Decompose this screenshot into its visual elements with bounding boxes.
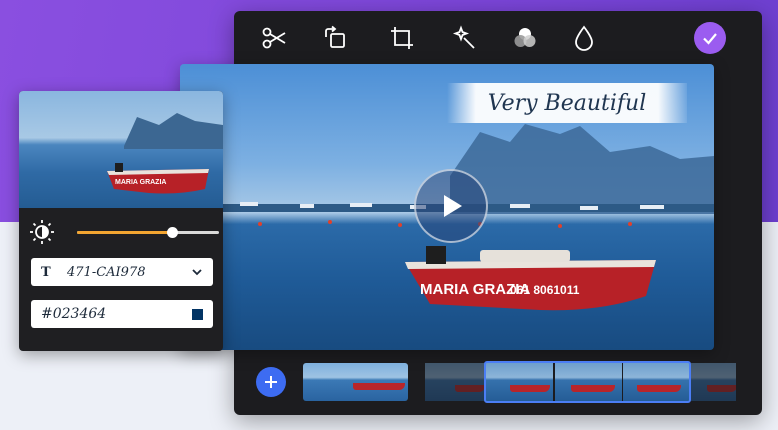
editor-toolbar — [234, 11, 762, 65]
video-preview[interactable]: MARIA GRAZIA 061 8061011 Very Beautiful — [180, 64, 714, 350]
cut-tool-button[interactable] — [258, 22, 290, 54]
text-font-icon: T — [41, 264, 51, 280]
brightness-slider-handle[interactable] — [167, 227, 179, 238]
font-name: 471-CAI978 — [67, 264, 146, 280]
crop-tool-button[interactable] — [386, 22, 418, 54]
crop-icon — [391, 27, 413, 49]
magic-wand-icon — [452, 25, 475, 49]
brightness-slider[interactable] — [77, 227, 219, 238]
frame-boat — [707, 385, 736, 392]
thumbnail-boat-text: MARIA GRAZIA — [115, 179, 166, 186]
clip-thumbnail-boat — [353, 383, 405, 390]
checkmark-icon — [703, 33, 717, 45]
brightness-control — [29, 219, 219, 245]
timeline-frame[interactable] — [425, 363, 492, 401]
color-circles-icon — [514, 28, 536, 47]
color-hex-input[interactable]: #023464 — [31, 300, 213, 328]
thumbnail-scenery: MARIA GRAZIA — [107, 113, 223, 194]
chevron-down-icon — [192, 269, 202, 276]
filters-tool-button[interactable] — [509, 22, 541, 54]
rotate-icon — [325, 25, 345, 48]
play-icon — [444, 195, 462, 217]
magic-tool-button[interactable] — [448, 22, 480, 54]
title-overlay[interactable]: Very Beautiful — [447, 83, 687, 123]
confirm-button[interactable] — [694, 22, 726, 54]
timeline-frame[interactable] — [691, 363, 736, 401]
boat-number-text: 061 8061011 — [510, 283, 580, 297]
add-clip-button[interactable] — [256, 367, 286, 397]
color-hex-value: #023464 — [41, 306, 107, 322]
brightness-slider-fill — [77, 231, 173, 234]
rotate-tool-button[interactable] — [319, 22, 351, 54]
timeline-selection[interactable] — [484, 361, 691, 403]
scissors-icon — [262, 27, 286, 49]
frame-boat — [455, 385, 485, 392]
timeline-clip[interactable] — [303, 363, 408, 401]
brightness-icon — [30, 220, 54, 244]
droplet-icon — [575, 25, 593, 51]
adjust-panel: MARIA GRAZIA T 471-CAI978 #023464 — [19, 91, 223, 351]
color-swatch[interactable] — [192, 308, 203, 320]
plus-icon — [265, 376, 277, 388]
font-select[interactable]: T 471-CAI978 — [31, 258, 213, 286]
title-text: Very Beautiful — [487, 90, 647, 116]
panel-thumbnail: MARIA GRAZIA — [19, 91, 223, 208]
color-tool-button[interactable] — [568, 22, 600, 54]
play-button[interactable] — [414, 169, 488, 243]
